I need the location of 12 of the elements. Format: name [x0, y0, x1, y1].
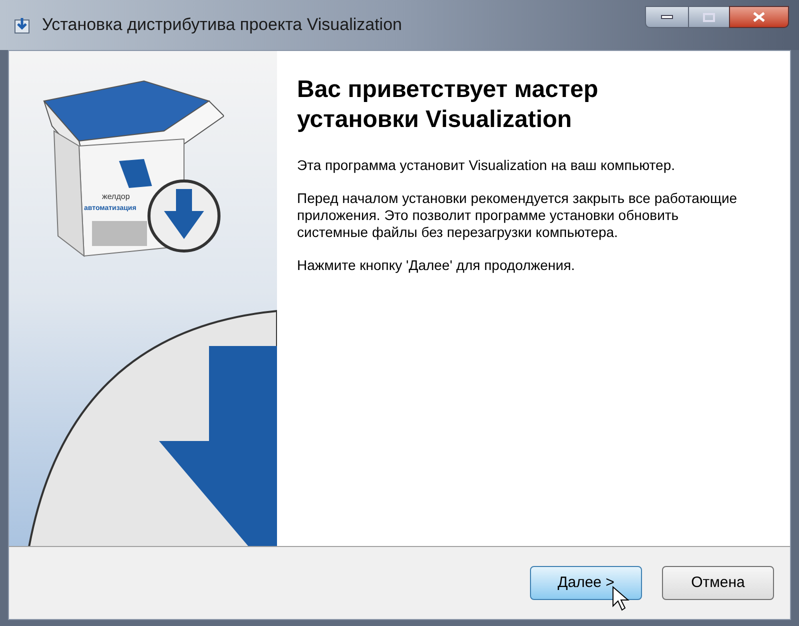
next-button[interactable]: Далее >: [530, 566, 642, 600]
minimize-button[interactable]: [645, 6, 689, 28]
welcome-heading: Вас приветствует мастер установки Visualization: [297, 75, 600, 135]
cancel-button[interactable]: Отмена: [662, 566, 774, 600]
description-paragraph: Нажмите кнопку 'Далее' для продолжения.: [297, 257, 576, 274]
description-paragraph: Эта программа установит Visualization на ваш компьютер.: [297, 157, 676, 174]
close-button[interactable]: [729, 6, 789, 28]
maximize-button[interactable]: [689, 6, 729, 28]
close-icon: [753, 12, 765, 22]
mouse-cursor-icon: [612, 586, 630, 612]
description-paragraph: Перед началом установки рекомендуется закрыть все работающие приложения. Это позволит программе установки обновить системные файлы без перезагрузки компьютера.: [297, 190, 738, 241]
window-title: Установка дистрибутива проекта Visualization: [42, 14, 402, 36]
